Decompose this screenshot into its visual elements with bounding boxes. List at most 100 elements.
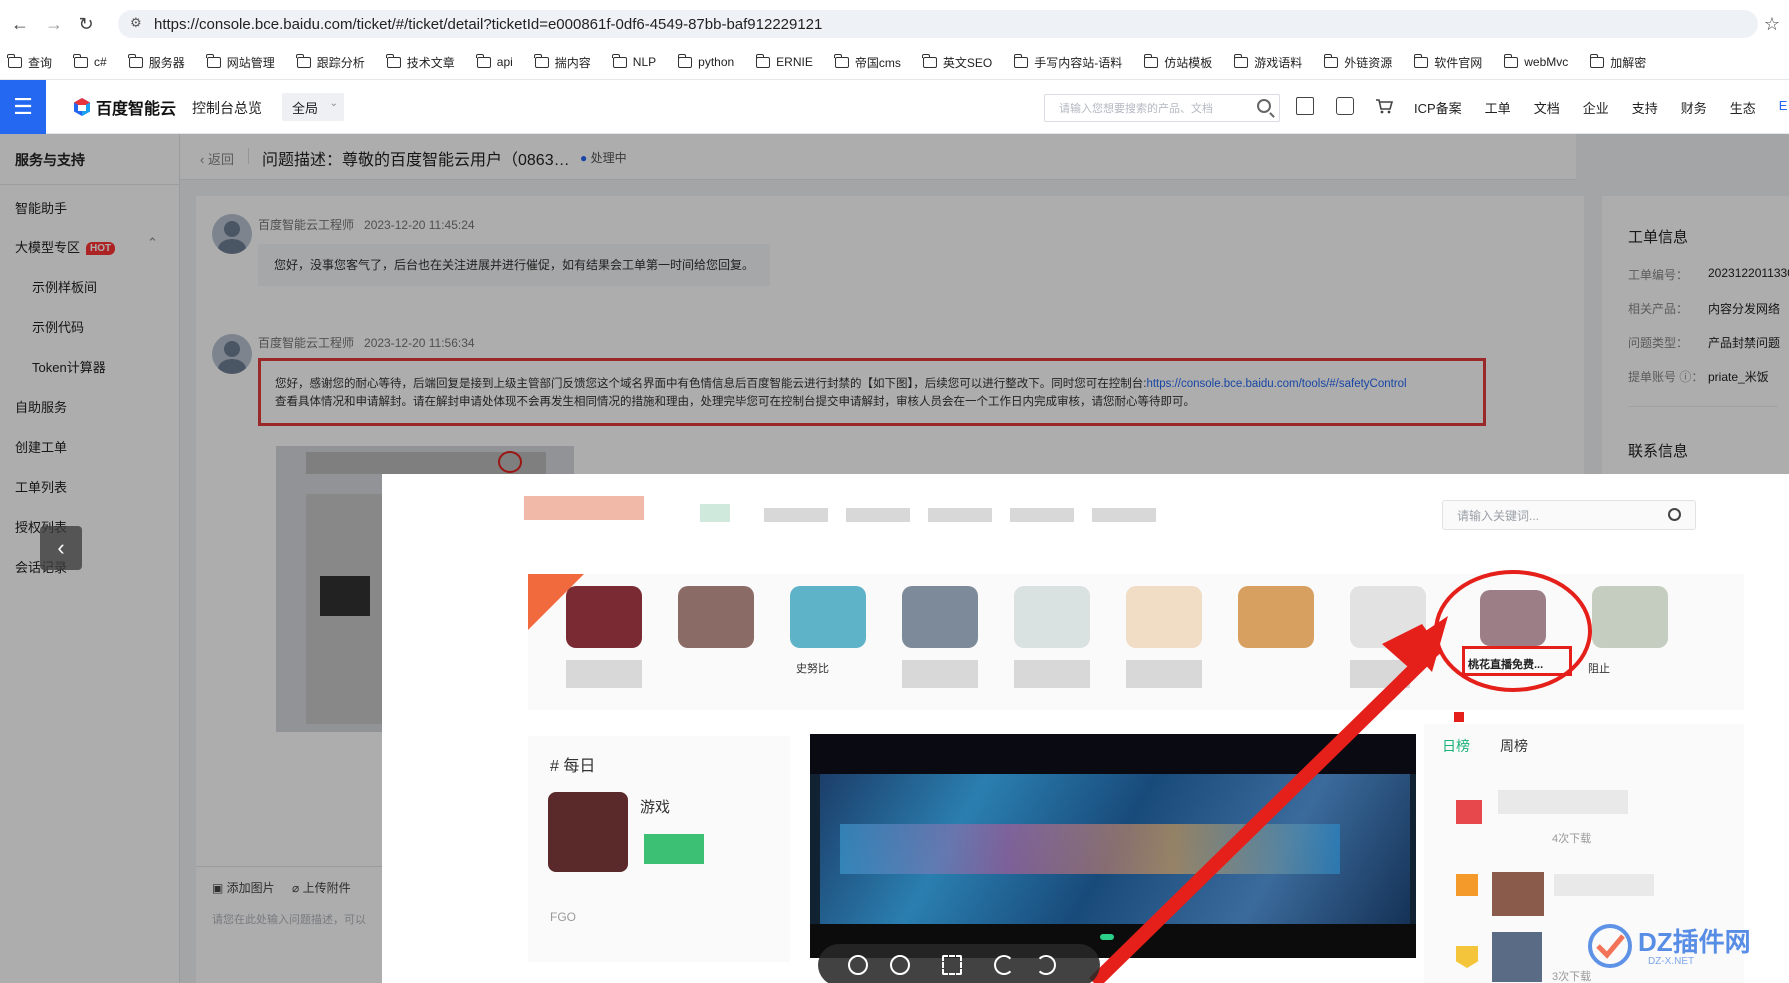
bookmark-item[interactable]: 加解密 [1589,53,1647,71]
top-nav-item[interactable]: 生态 [1730,98,1756,117]
bookmark-label: 服务器 [148,55,185,70]
folder-icon [206,53,221,68]
top-nav-item[interactable]: ICP备案 [1414,98,1462,117]
folder-icon [1323,53,1339,68]
bookmark-item[interactable]: NLP [612,53,657,69]
folder-icon [834,53,849,68]
prev-image-button[interactable]: ‹ [40,526,82,570]
reload-icon[interactable]: ↻ [74,12,98,36]
bookmark-item[interactable]: 外链资源 [1323,53,1393,71]
bookmark-label: 揣内容 [554,55,591,70]
chevron-left-icon: ‹ [57,535,65,560]
folder-icon [296,53,311,68]
bookmark-item[interactable]: 仿站模板 [1143,53,1213,71]
grid-apps-icon[interactable] [1296,97,1314,115]
bookmark-item[interactable]: 揣内容 [534,53,591,71]
top-nav-item[interactable]: 支持 [1632,98,1658,117]
bookmark-label: 外链资源 [1344,55,1393,70]
bookmark-item[interactable]: 手写内容站-语料 [1013,53,1123,71]
fullscreen-icon[interactable] [942,955,962,975]
folder-icon [128,53,143,68]
folder-icon [922,53,937,68]
bookmark-item[interactable]: 帝国cms [834,53,901,71]
folder-icon [1143,53,1159,68]
baidu-cloud-logo[interactable]: 百度智能云 [72,95,176,119]
bookmark-item[interactable]: c# [73,53,107,69]
bookmark-item[interactable]: 英文SEO [922,53,993,71]
bookmark-label: 仿站模板 [1164,55,1213,70]
bookmark-item[interactable]: ERNIE [755,53,813,69]
bookmark-item[interactable]: webMvc [1503,53,1569,69]
bookmark-item[interactable]: 跟踪分析 [296,53,365,71]
address-bar[interactable]: ⚙ https://console.bce.baidu.com/ticket/#… [118,10,1758,38]
cart-icon[interactable] [1375,97,1394,115]
bookmark-label: 查询 [28,55,53,70]
scope-select-value: 全局 [292,100,319,116]
rotate-left-icon[interactable] [994,955,1014,975]
search-placeholder: 请输入您想要搜索的产品、文档 [1059,103,1213,115]
bookmark-item[interactable]: 服务器 [128,53,185,71]
bookmark-label: ERNIE [776,55,813,69]
bookmark-label: 英文SEO [942,55,993,70]
folder-icon [1503,53,1519,68]
folder-icon [1589,53,1605,68]
bookmark-item[interactable]: 网站管理 [206,53,275,71]
console-search-input[interactable]: 请输入您想要搜索的产品、文档 [1044,94,1280,122]
top-nav-item[interactable]: 工单 [1485,98,1511,117]
scope-select[interactable]: 全局 ⌄ [282,93,344,121]
top-nav-item[interactable]: 企业 [1583,98,1609,117]
bookmark-item[interactable]: 软件官网 [1413,53,1482,71]
dz-watermark: DZ插件网 DZ-X.NET [1588,916,1778,976]
bookmark-label: NLP [632,55,657,69]
site-info-icon[interactable]: ⚙ [130,15,142,31]
cloud-logo-icon [74,98,90,116]
bookmark-item[interactable]: 游戏语料 [1233,53,1303,71]
bookmark-item[interactable]: api [476,53,513,69]
bookmark-star-icon[interactable]: ☆ [1760,12,1784,36]
folder-icon [1233,53,1249,68]
zoom-out-icon[interactable] [848,955,868,975]
bookmark-item[interactable]: 技术文章 [386,53,455,71]
console-header: ☰ 百度智能云 控制台总览 全局 ⌄ 请输入您想要搜索的产品、文档 ICP备案 工… [0,80,1789,134]
bookmark-item[interactable]: python [677,53,734,69]
bookmark-label: 手写内容站-语料 [1034,55,1123,70]
logo-text: 百度智能云 [96,101,177,118]
folder-icon [1013,53,1029,68]
bookmark-label: c# [94,55,107,69]
bookmark-label: 帝国cms [854,55,901,70]
image-preview: 请输入关键词... 史努比 阻止 桃花直播免费... # 每日 游戏 FGO 日… [382,474,1789,983]
bookmarks-bar: 查询 c# 服务器 网站管理 跟踪分析 技术文章 api 揣内容 NLP python ERNIE 帝… [7,50,1668,74]
folder-icon [386,53,401,68]
browser-toolbar: ← → ↻ ⚙ https://console.bce.baidu.com/ti… [0,0,1789,80]
bookmark-label: 跟踪分析 [316,55,365,70]
forward-arrow-icon[interactable]: → [42,12,66,36]
folder-icon [612,53,627,68]
message-icon[interactable] [1336,97,1354,115]
bookmark-label: 网站管理 [226,55,275,70]
folder-icon [677,53,693,68]
top-nav: ICP备案 工单 文档 企业 支持 财务 生态 E [1414,98,1789,117]
folder-icon [476,53,491,68]
checkmark-logo-icon [1588,924,1632,968]
back-arrow-icon[interactable]: ← [8,12,32,36]
rotate-right-icon[interactable] [1036,955,1056,975]
bookmark-label: api [496,55,513,69]
url-text: https://console.bce.baidu.com/ticket/#/t… [154,15,823,33]
console-overview-link[interactable]: 控制台总览 [192,98,262,118]
zoom-in-icon[interactable] [890,955,910,975]
bookmark-item[interactable]: 查询 [7,53,53,71]
bookmark-label: webMvc [1524,55,1569,69]
hamburger-menu-icon[interactable]: ☰ [0,80,46,134]
folder-icon [755,53,771,68]
watermark-sub: DZ-X.NET [1648,956,1695,967]
chevron-down-icon: ⌄ [329,98,338,109]
top-nav-item[interactable]: E [1779,98,1788,117]
folder-icon [1413,53,1429,68]
bookmark-label: 游戏语料 [1254,55,1303,70]
bookmark-label: 加解密 [1610,55,1647,70]
folder-icon [7,53,22,68]
top-nav-item[interactable]: 文档 [1534,98,1560,117]
red-arrow-annotation [1089,616,1448,983]
top-nav-item[interactable]: 财务 [1681,98,1707,117]
search-icon[interactable] [1257,99,1271,113]
